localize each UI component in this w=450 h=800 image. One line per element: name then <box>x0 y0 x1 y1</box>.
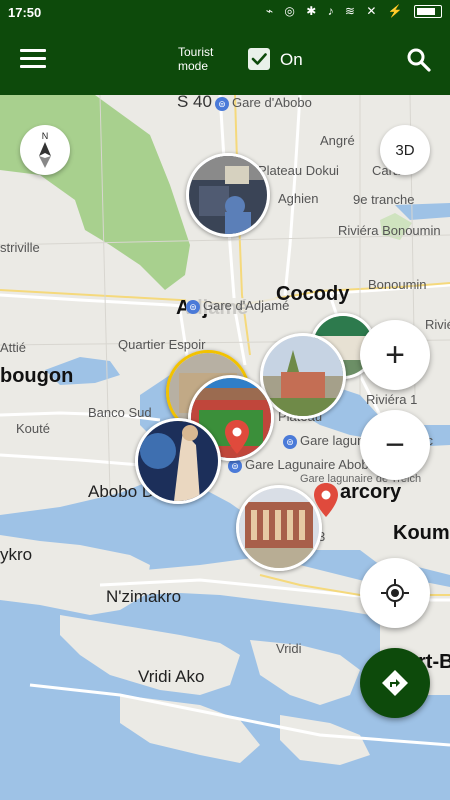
transit-station-icon: ⊜ <box>215 96 229 111</box>
tourist-mode-label-line1: Tourist <box>178 45 214 59</box>
tourist-mode-label: Tourist mode <box>178 45 213 73</box>
map-label-gare-lagunaire-2-text: Gare Lagunaire Abobo <box>245 457 376 472</box>
status-bar: 17:50 ⌁ ◎ ✱ ♪ ≋ ✕ ⚡ <box>0 0 450 25</box>
photo-thumbnail-conference <box>189 156 267 234</box>
map-label-bougon: bougon <box>0 365 73 388</box>
map-label-s40-text: S 40 <box>177 95 212 111</box>
map-pin-red-paw[interactable] <box>314 483 338 517</box>
map-view[interactable]: S 40 ⊜ Gare d'Abobo Angré Plateau Dokui C… <box>0 95 450 800</box>
directions-icon <box>382 670 408 696</box>
map-label-gare-lagunaire-2: ⊜ Gare Lagunaire Abobo <box>228 457 376 473</box>
status-icons: ⌁ ◎ ✱ ♪ ≋ ✕ ⚡ <box>265 4 442 19</box>
map-label-yokro: ykro <box>0 545 33 564</box>
photo-marker-statue[interactable] <box>135 418 221 504</box>
transit-station-icon: ⊜ <box>186 299 200 314</box>
transit-station-icon: ⊜ <box>283 434 297 449</box>
photo-thumbnail-palace <box>239 488 319 568</box>
app-bar: Tourist mode On <box>0 25 450 95</box>
map-label-gare-abobo-text: Gare d'Abobo <box>232 95 312 110</box>
map-label-gare-adjame: ⊜ Gare d'Adjamé <box>186 298 290 314</box>
map-label-9e-tranche: 9e tranche <box>353 192 415 207</box>
map-label-vridi-ako: Vridi Ako <box>138 667 205 686</box>
view-3d-button[interactable]: 3D <box>380 125 430 175</box>
map-label-aghien: Aghien <box>278 191 319 206</box>
map-label-striville: striville <box>0 240 40 255</box>
map-label-riviera-bonoumin: Riviéra Bonoumin <box>338 223 441 238</box>
zoom-in-label: + <box>385 335 405 374</box>
photo-thumbnail-building <box>263 336 343 416</box>
map-label-cocody: Cocody <box>276 283 350 305</box>
zoom-out-label: − <box>385 425 405 464</box>
directions-button[interactable] <box>360 648 430 718</box>
map-label-banco-sud: Banco Sud <box>88 405 152 420</box>
tourist-mode-checkbox[interactable] <box>248 48 270 70</box>
svg-text:N: N <box>42 131 49 141</box>
checkmark-icon <box>251 53 267 65</box>
compass-button[interactable]: N <box>20 125 70 175</box>
map-label-marcory: arcory <box>340 481 402 503</box>
battery-icon <box>414 5 442 19</box>
map-label-riviera-1: Riviéra 1 <box>366 392 418 407</box>
map-label-vridi: Vridi <box>276 641 302 656</box>
status-time: 17:50 <box>8 5 42 20</box>
status-icon-row: ⌁ ◎ ✱ ♪ ≋ ✕ ⚡ <box>265 4 407 18</box>
map-label-rivie: Rivié <box>425 317 450 332</box>
photo-thumbnail-statue <box>138 421 218 501</box>
tourist-mode-label-line2: mode <box>178 59 209 73</box>
map-pin-red[interactable] <box>225 420 249 454</box>
map-label-koute: Kouté <box>16 421 50 436</box>
compass-icon: N <box>39 131 51 168</box>
my-location-button[interactable] <box>360 558 430 628</box>
map-label-angre: Angré <box>320 133 355 148</box>
tourist-mode-state: On <box>280 50 303 69</box>
map-label-quartier-espoir: Quartier Espoir <box>118 337 206 352</box>
map-label-bougon-text: bougon <box>0 365 74 387</box>
map-label-s40: S 40 <box>177 95 212 112</box>
map-label-plateau-dokui: Plateau Dokui <box>258 163 339 178</box>
photo-marker-palace[interactable] <box>236 485 322 571</box>
map-label-nzimakro: N'zimakro <box>106 587 182 606</box>
view-3d-label: 3D <box>395 141 415 159</box>
zoom-in-button[interactable]: + <box>360 320 430 390</box>
photo-marker-building[interactable] <box>260 333 346 419</box>
zoom-out-button[interactable]: − <box>360 410 430 480</box>
map-label-koum: Koum <box>393 522 450 544</box>
my-location-icon <box>381 579 409 607</box>
map-label-bonoumin: Bonoumin <box>368 277 427 292</box>
map-label-gare-abobo: ⊜ Gare d'Abobo <box>215 95 312 111</box>
hamburger-menu-icon[interactable] <box>20 49 46 69</box>
map-label-attie: Attié <box>0 340 27 355</box>
photo-marker-conference[interactable] <box>186 153 270 237</box>
search-icon[interactable] <box>406 47 432 73</box>
